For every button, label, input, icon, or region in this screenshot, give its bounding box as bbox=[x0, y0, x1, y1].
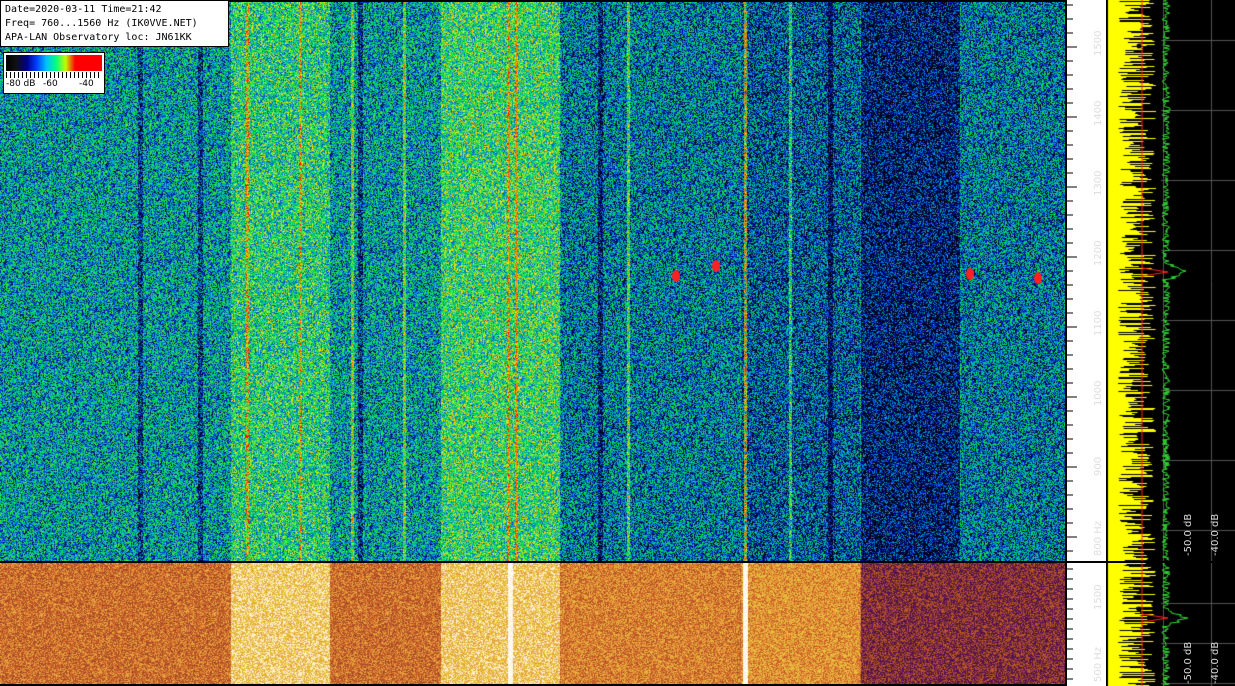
color-scale-labels: -80 dB -60 -40 bbox=[6, 79, 102, 91]
freq-tick-1400: 1400 bbox=[1093, 100, 1104, 126]
freq-tick-900: 900 bbox=[1093, 456, 1104, 476]
frequency-range-text: Freq= 760...1560 Hz (IK0VVE.NET) bbox=[5, 18, 198, 29]
legend-max-label: -40 bbox=[79, 79, 94, 89]
freq-tick-1100: 1100 bbox=[1093, 310, 1104, 336]
freq-tick-1000: 1000 bbox=[1093, 380, 1104, 406]
lower-waterfall bbox=[0, 563, 1065, 684]
observatory-text: APA-LAN Observatory loc: JN61KK bbox=[5, 32, 192, 43]
upper-waterfall bbox=[0, 2, 1065, 561]
color-scale-legend: -80 dB -60 -40 bbox=[3, 52, 105, 94]
color-scale-bar bbox=[6, 55, 102, 71]
freq-tick-1300: 1300 bbox=[1093, 170, 1104, 196]
color-scale-ticks bbox=[6, 72, 102, 78]
lower-spectrum-scale-label-a: -50.0 dB bbox=[1183, 641, 1194, 684]
freq-tick-800: 800 Hz bbox=[1093, 520, 1104, 556]
date-time-text: Date=2020-03-11 Time=21:42 bbox=[5, 4, 162, 15]
freq-tick-1200: 1200 bbox=[1093, 240, 1104, 266]
frequency-axis bbox=[1066, 0, 1106, 561]
spectrum-scale-label-a: -50.0 dB bbox=[1183, 513, 1194, 556]
lower-freq-tick-1500: 1500 bbox=[1093, 584, 1104, 610]
legend-mid-label: -60 bbox=[43, 79, 58, 89]
legend-min-label: -80 dB bbox=[6, 79, 36, 89]
info-box: Date=2020-03-11 Time=21:42 Freq= 760...1… bbox=[0, 0, 229, 47]
spectrum-scale-label-b: -40.0 dB bbox=[1210, 513, 1221, 556]
freq-tick-1500: 1500 bbox=[1093, 30, 1104, 56]
spectrogram-view: 1500 1400 1300 1200 1100 1000 900 800 Hz… bbox=[0, 0, 1235, 686]
lower-spectrum-scale-label-b: -40.0 dB bbox=[1210, 641, 1221, 684]
lower-freq-tick-500: 500 Hz bbox=[1093, 646, 1104, 682]
spectrum-panel bbox=[1106, 0, 1235, 561]
